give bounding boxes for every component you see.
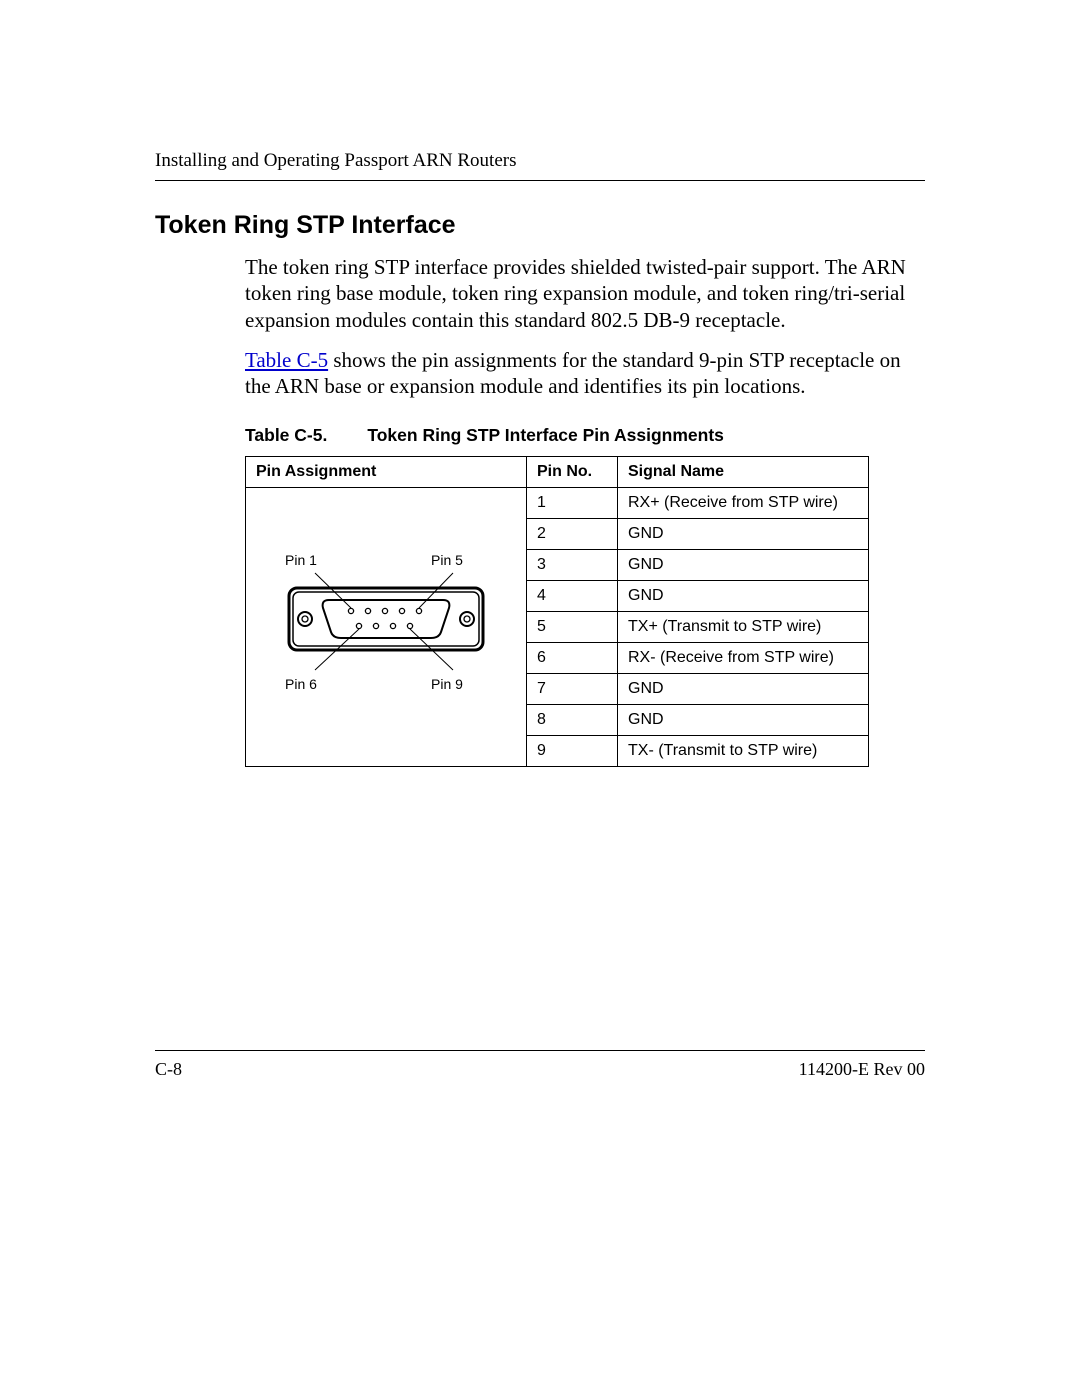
cell-signal: TX+ (Transmit to STP wire) [618,612,869,643]
table-crossref-link[interactable]: Table C-5 [245,348,328,372]
doc-id: 114200-E Rev 00 [799,1059,925,1080]
table-header-row: Pin Assignment Pin No. Signal Name [246,457,869,488]
table-caption-number: Table C-5. [245,425,327,445]
pin5-label: Pin 5 [431,552,463,568]
cell-signal: GND [618,705,869,736]
cell-pin: 1 [527,488,618,519]
col-header-pin: Pin No. [527,457,618,488]
page-footer: C-8 114200-E Rev 00 [155,1050,925,1080]
cell-signal: GND [618,581,869,612]
table-caption: Table C-5. Token Ring STP Interface Pin A… [155,425,925,446]
cell-pin: 5 [527,612,618,643]
cell-pin: 3 [527,550,618,581]
table-caption-title: Token Ring STP Interface Pin Assignments [367,425,724,445]
cell-signal: GND [618,550,869,581]
cell-pin: 7 [527,674,618,705]
intro-paragraph-2-rest: shows the pin assignments for the standa… [245,348,901,398]
pin1-label: Pin 1 [285,552,317,568]
pin-diagram-cell: Pin 1 Pin 5 Pin 6 Pin 9 [246,488,527,767]
cell-pin: 2 [527,519,618,550]
col-header-assignment: Pin Assignment [246,457,527,488]
cell-pin: 9 [527,736,618,767]
col-header-signal: Signal Name [618,457,869,488]
cell-signal: GND [618,674,869,705]
cell-signal: TX- (Transmit to STP wire) [618,736,869,767]
cell-pin: 4 [527,581,618,612]
cell-signal: GND [618,519,869,550]
intro-paragraph-1: The token ring STP interface provides sh… [155,254,925,333]
page-number: C-8 [155,1059,182,1080]
intro-paragraph-2: Table C-5 shows the pin assignments for … [155,347,925,400]
cell-signal: RX- (Receive from STP wire) [618,643,869,674]
section-title: Token Ring STP Interface [155,211,925,240]
running-head: Installing and Operating Passport ARN Ro… [155,150,925,181]
cell-signal: RX+ (Receive from STP wire) [618,488,869,519]
table-row: Pin 1 Pin 5 Pin 6 Pin 9 [246,488,869,519]
cell-pin: 8 [527,705,618,736]
pin-assignment-table: Pin Assignment Pin No. Signal Name Pin 1… [245,456,869,767]
db9-connector-icon [271,570,501,680]
db9-connector-diagram: Pin 1 Pin 5 Pin 6 Pin 9 [271,552,501,702]
cell-pin: 6 [527,643,618,674]
